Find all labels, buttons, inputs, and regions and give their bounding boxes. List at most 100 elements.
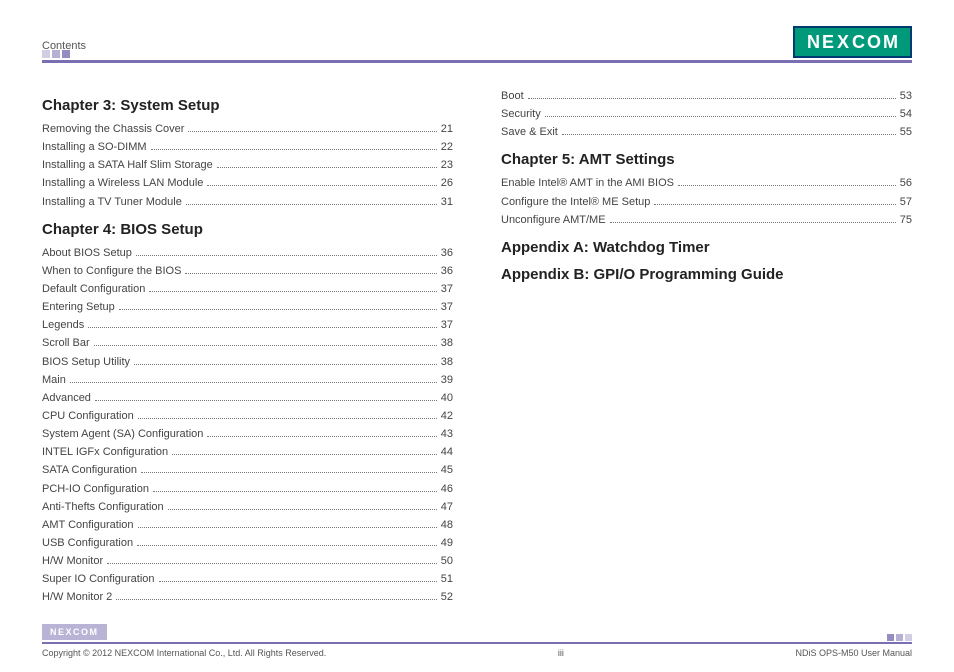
toc-entry-leader <box>172 454 437 455</box>
logo-text-left: NE <box>807 32 836 53</box>
toc-entry-page: 31 <box>439 193 453 211</box>
toc-entry-page: 46 <box>439 480 453 498</box>
toc-entry[interactable]: Main 39 <box>42 371 453 389</box>
toc-entry-label: When to Configure the BIOS <box>42 262 183 280</box>
toc-entry-page: 47 <box>439 498 453 516</box>
toc-entry[interactable]: Save & Exit 55 <box>501 123 912 141</box>
toc-entry-label: Installing a SATA Half Slim Storage <box>42 156 215 174</box>
toc-entry-page: 75 <box>898 211 912 229</box>
toc-entry[interactable]: CPU Configuration42 <box>42 407 453 425</box>
toc-entry-leader <box>217 167 437 168</box>
toc-entry-page: 21 <box>439 120 453 138</box>
toc-entry-page: 49 <box>439 534 453 552</box>
toc-entry-leader <box>149 291 436 292</box>
toc-chapter-title: Appendix A: Watchdog Timer <box>501 239 912 256</box>
toc-entry[interactable]: Installing a SO-DIMM 22 <box>42 138 453 156</box>
toc-entry-label: Main <box>42 371 68 389</box>
toc-entry-leader <box>70 382 437 383</box>
toc-entry-label: Save & Exit <box>501 123 560 141</box>
toc-entry-leader <box>188 131 436 132</box>
toc-entry-page: 43 <box>439 425 453 443</box>
toc-entry-page: 45 <box>439 461 453 479</box>
toc-entry-page: 37 <box>439 298 453 316</box>
toc-entry[interactable]: Installing a Wireless LAN Module26 <box>42 174 453 192</box>
toc-entry[interactable]: PCH-IO Configuration 46 <box>42 480 453 498</box>
toc-entry[interactable]: H/W Monitor 2 52 <box>42 588 453 606</box>
toc-entry-label: Scroll Bar <box>42 334 92 352</box>
toc-entry-page: 37 <box>439 280 453 298</box>
toc-entry-page: 40 <box>439 389 453 407</box>
toc-entry-label: Legends <box>42 316 86 334</box>
toc-entry[interactable]: Security 54 <box>501 105 912 123</box>
toc-entry-page: 37 <box>439 316 453 334</box>
toc-entry-leader <box>141 472 437 473</box>
toc-entry-page: 55 <box>898 123 912 141</box>
toc-entry-label: Security <box>501 105 543 123</box>
toc-entry-page: 38 <box>439 353 453 371</box>
toc-entry-label: Installing a TV Tuner Module <box>42 193 184 211</box>
toc-entry-leader <box>186 204 437 205</box>
toc-chapter-title: Chapter 3: System Setup <box>42 97 453 114</box>
toc-entry[interactable]: USB Configuration49 <box>42 534 453 552</box>
footer-doc-title: NDiS OPS-M50 User Manual <box>795 648 912 658</box>
toc-entry-leader <box>562 134 896 135</box>
toc-entry[interactable]: System Agent (SA) Configuration43 <box>42 425 453 443</box>
toc-chapter-title: Appendix B: GPI/O Programming Guide <box>501 266 912 283</box>
toc-entry[interactable]: Enable Intel® AMT in the AMI BIOS56 <box>501 174 912 192</box>
toc-entry-label: Installing a SO-DIMM <box>42 138 149 156</box>
toc-entry-leader <box>136 255 437 256</box>
toc-entry-label: Removing the Chassis Cover <box>42 120 186 138</box>
toc-entry[interactable]: Advanced40 <box>42 389 453 407</box>
toc-entry-leader <box>119 309 437 310</box>
footer-page-number: iii <box>558 648 564 658</box>
toc-entry[interactable]: Anti-Thefts Configuration47 <box>42 498 453 516</box>
toc-entry[interactable]: Legends 37 <box>42 316 453 334</box>
toc-entry[interactable]: Configure the Intel® ME Setup57 <box>501 193 912 211</box>
toc-entry[interactable]: Installing a TV Tuner Module 31 <box>42 193 453 211</box>
toc-entry[interactable]: Super IO Configuration51 <box>42 570 453 588</box>
toc-entry-label: Boot <box>501 87 526 105</box>
toc-entry[interactable]: BIOS Setup Utility 38 <box>42 353 453 371</box>
toc-entry-leader <box>528 98 896 99</box>
toc-entry-label: About BIOS Setup <box>42 244 134 262</box>
toc-chapter-title: Chapter 4: BIOS Setup <box>42 221 453 238</box>
toc-entry-page: 39 <box>439 371 453 389</box>
toc-entry-label: SATA Configuration <box>42 461 139 479</box>
toc-entry-label: Configure the Intel® ME Setup <box>501 193 652 211</box>
toc-entry-label: CPU Configuration <box>42 407 136 425</box>
toc-entry-page: 56 <box>898 174 912 192</box>
toc-entry[interactable]: Default Configuration37 <box>42 280 453 298</box>
toc-entry-page: 54 <box>898 105 912 123</box>
toc-entry[interactable]: Unconfigure AMT/ME 75 <box>501 211 912 229</box>
toc-entry-label: Unconfigure AMT/ME <box>501 211 608 229</box>
toc-entry-label: H/W Monitor 2 <box>42 588 114 606</box>
toc-entry[interactable]: H/W Monitor50 <box>42 552 453 570</box>
toc-entry[interactable]: AMT Configuration48 <box>42 516 453 534</box>
toc-entry[interactable]: Installing a SATA Half Slim Storage23 <box>42 156 453 174</box>
logo-text-x: X <box>837 32 851 53</box>
toc-entry-page: 36 <box>439 244 453 262</box>
toc-entry-page: 52 <box>439 588 453 606</box>
toc-entry[interactable]: Removing the Chassis Cover 21 <box>42 120 453 138</box>
header-decor-squares <box>42 50 70 58</box>
header-divider <box>42 60 912 63</box>
toc-entry-leader <box>138 527 437 528</box>
brand-logo: NEXCOM <box>793 26 912 58</box>
toc-entry[interactable]: About BIOS Setup 36 <box>42 244 453 262</box>
toc-entry-label: BIOS Setup Utility <box>42 353 132 371</box>
toc-entry-label: INTEL IGFx Configuration <box>42 443 170 461</box>
toc-entry[interactable]: Scroll Bar38 <box>42 334 453 352</box>
toc-entry[interactable]: INTEL IGFx Configuration44 <box>42 443 453 461</box>
toc-entry-leader <box>207 436 436 437</box>
toc-entry-page: 22 <box>439 138 453 156</box>
toc-entry-leader <box>678 185 896 186</box>
toc-entry-page: 50 <box>439 552 453 570</box>
toc-entry-page: 48 <box>439 516 453 534</box>
toc-entry[interactable]: Boot53 <box>501 87 912 105</box>
toc-column-left: Chapter 3: System Setup Removing the Chas… <box>42 87 453 607</box>
toc-entry[interactable]: SATA Configuration 45 <box>42 461 453 479</box>
toc-entry[interactable]: Entering Setup37 <box>42 298 453 316</box>
toc-entry-label: PCH-IO Configuration <box>42 480 151 498</box>
footer-copyright: Copyright © 2012 NEXCOM International Co… <box>42 648 326 658</box>
toc-entry[interactable]: When to Configure the BIOS36 <box>42 262 453 280</box>
